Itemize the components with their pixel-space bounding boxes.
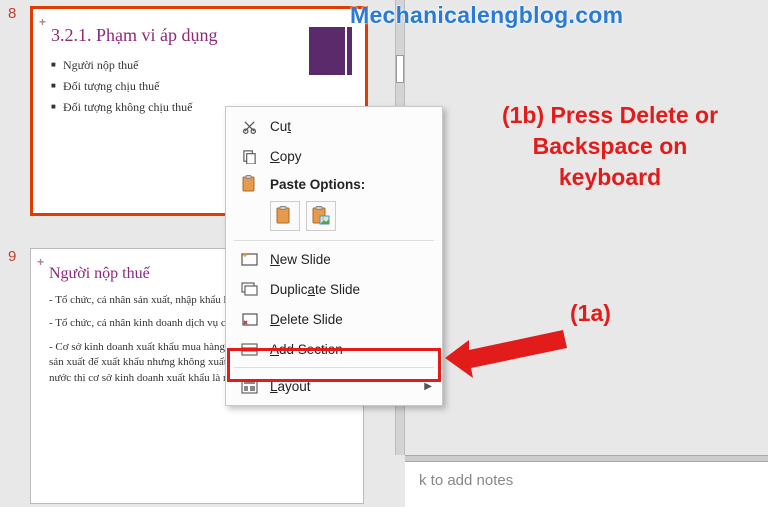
- layout-icon: [236, 376, 262, 396]
- slide-context-menu: Cut Copy Paste Options: New Slide Duplic…: [225, 106, 443, 406]
- slide-number-9: 9: [8, 248, 16, 265]
- duplicate-slide-icon: [236, 279, 262, 299]
- menu-new-slide-label: New Slide: [270, 252, 331, 267]
- new-slide-icon: [236, 249, 262, 269]
- notes-pane[interactable]: k to add notes: [405, 462, 768, 507]
- annotation-1b-line2: Backspace on: [480, 131, 740, 162]
- slide-decoration-bar-thin: [347, 27, 352, 75]
- menu-delete-slide-label: Delete Slide: [270, 312, 343, 327]
- watermark-text: Mechanicalengblog.com: [350, 2, 623, 29]
- annotation-arrow-icon: [445, 330, 575, 390]
- paste-options-row: [226, 197, 442, 237]
- add-section-icon: [236, 339, 262, 359]
- menu-delete-slide[interactable]: Delete Slide: [226, 304, 442, 334]
- menu-duplicate-slide-label: Duplicate Slide: [270, 282, 360, 297]
- delete-slide-icon: [236, 309, 262, 329]
- copy-icon: [236, 146, 262, 166]
- menu-add-section-label: Add Section: [270, 342, 343, 357]
- menu-separator: [234, 240, 434, 241]
- notes-divider[interactable]: [405, 455, 768, 462]
- paste-option-picture[interactable]: [306, 201, 336, 231]
- menu-add-section[interactable]: Add Section: [226, 334, 442, 364]
- collapse-marker-icon: +: [37, 255, 44, 269]
- collapse-marker-icon: +: [39, 15, 46, 29]
- menu-paste-row: Paste Options:: [226, 171, 442, 197]
- slide8-title: 3.2.1. Phạm vi áp dụng: [51, 25, 347, 46]
- annotation-1b-line1: (1b) Press Delete or: [480, 100, 740, 131]
- annotation-1b-line3: keyboard: [480, 162, 740, 193]
- annotation-1a: (1a): [570, 300, 611, 327]
- menu-layout[interactable]: Layout ▶: [226, 371, 442, 401]
- menu-copy[interactable]: Copy: [226, 141, 442, 171]
- menu-copy-label: Copy: [270, 149, 302, 164]
- slide-number-8: 8: [8, 5, 16, 22]
- menu-new-slide[interactable]: New Slide: [226, 244, 442, 274]
- menu-cut-label: Cut: [270, 119, 291, 134]
- scrollbar-thumb[interactable]: [396, 55, 404, 83]
- menu-paste-header: Paste Options:: [270, 177, 365, 192]
- menu-layout-label: Layout: [270, 379, 311, 394]
- notes-placeholder: k to add notes: [419, 472, 513, 489]
- bullet-item: Đối tượng chịu thuế: [51, 79, 347, 94]
- paste-option-theme[interactable]: [270, 201, 300, 231]
- cut-icon: [236, 116, 262, 136]
- submenu-arrow-icon: ▶: [424, 381, 432, 392]
- menu-cut[interactable]: Cut: [226, 111, 442, 141]
- annotation-1b: (1b) Press Delete or Backspace on keyboa…: [480, 100, 740, 193]
- menu-separator: [234, 367, 434, 368]
- bullet-item: Người nộp thuế: [51, 58, 347, 73]
- menu-duplicate-slide[interactable]: Duplicate Slide: [226, 274, 442, 304]
- paste-icon: [236, 174, 262, 194]
